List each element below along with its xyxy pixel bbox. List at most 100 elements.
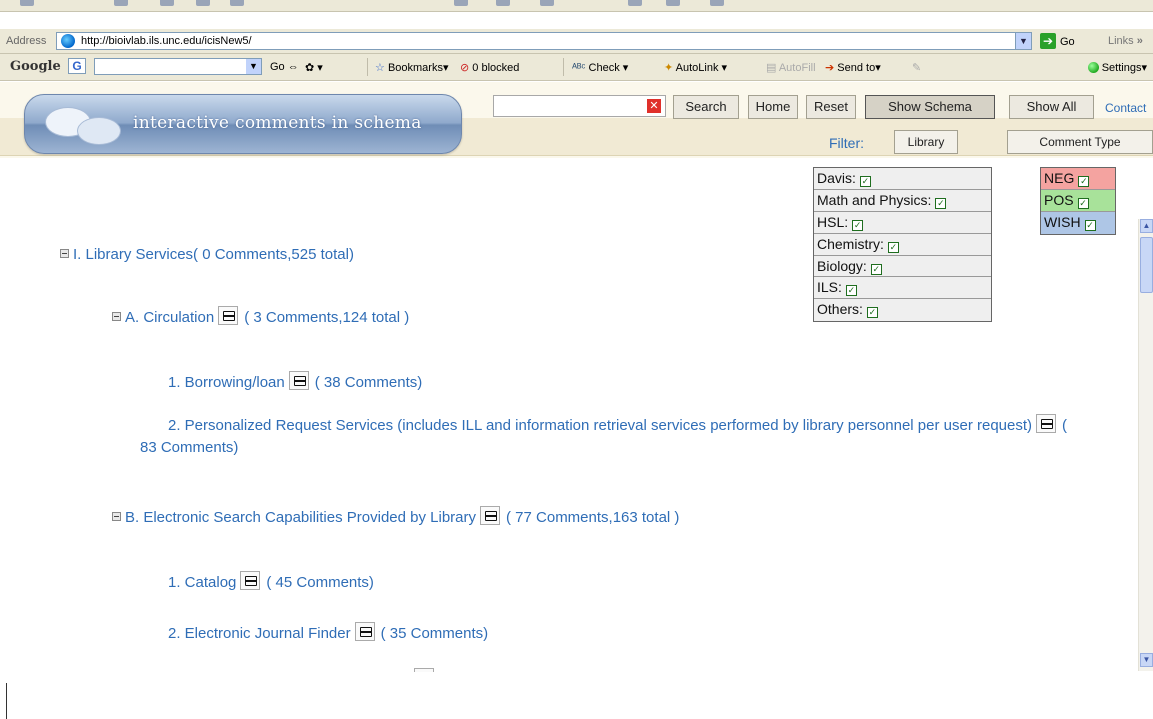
collapse-icon[interactable] xyxy=(60,249,69,258)
autofill-label: AutoFill xyxy=(778,62,816,74)
clear-search-icon[interactable]: ✕ xyxy=(647,99,661,113)
checkbox[interactable]: ✓ xyxy=(845,285,857,297)
autofill-button[interactable]: ▤ AutoFill xyxy=(766,61,816,74)
schema-node-b1[interactable]: 1. Catalog ( 45 Comments) xyxy=(168,571,374,591)
window-edge xyxy=(6,683,7,719)
bookmarks-button[interactable]: ☆ Bookmarks▾ xyxy=(375,61,449,74)
highlighter-icon[interactable]: ✎ xyxy=(912,61,921,74)
divider xyxy=(367,58,368,76)
checkbox[interactable]: ✓ xyxy=(1084,220,1096,231)
vertical-scrollbar[interactable]: ▲ ▼ xyxy=(1138,219,1153,671)
url-field[interactable]: http://bioivlab.ils.unc.edu/icisNew5/ ▼ xyxy=(56,32,1032,50)
node-title[interactable]: I. Library Services xyxy=(73,246,193,263)
library-filter-label: Davis: xyxy=(817,170,856,186)
google-logo: Google xyxy=(10,59,61,74)
node-title[interactable]: 1. Borrowing/loan xyxy=(168,374,285,391)
scroll-thumb[interactable] xyxy=(1140,237,1153,293)
library-filter-label: Biology: xyxy=(817,257,867,274)
spellcheck-button[interactable]: ᴬᴮᶜ Check ▾ xyxy=(572,61,628,74)
home-button[interactable]: Home xyxy=(748,95,798,119)
comment-icon[interactable] xyxy=(480,506,500,525)
url-dropdown-icon[interactable]: ▼ xyxy=(1015,33,1031,49)
autolink-label: AutoLink xyxy=(675,62,719,74)
app-title: interactive comments in schema xyxy=(133,113,422,133)
reset-button[interactable]: Reset xyxy=(806,95,856,119)
google-menu-button[interactable]: G xyxy=(68,58,86,74)
show-schema-button[interactable]: Show Schema xyxy=(865,95,995,119)
schema-node-b2[interactable]: 2. Electronic Journal Finder ( 35 Comment… xyxy=(168,622,488,642)
schema-node-a2[interactable]: 2. Personalized Request Services (includ… xyxy=(140,414,1080,459)
comment-icon[interactable] xyxy=(1036,414,1057,433)
chevron-right-icon: » xyxy=(1136,35,1143,47)
puzzle-icon[interactable]: ✿ ▾ xyxy=(305,61,323,74)
type-filter-wish[interactable]: WISH ✓ xyxy=(1041,212,1115,234)
go-button[interactable]: ➔ Go xyxy=(1040,33,1075,49)
node-counts: ( 3 Comments,124 total ) xyxy=(244,309,410,326)
chevron-down-icon[interactable]: ▼ xyxy=(246,59,261,74)
type-filter-label: WISH xyxy=(1044,214,1081,230)
node-title[interactable]: 1. Catalog xyxy=(168,574,236,591)
comment-icon[interactable] xyxy=(240,571,261,590)
node-title[interactable]: B. Electronic Search Capabilities Provid… xyxy=(125,509,476,526)
search-button[interactable]: Search xyxy=(673,95,739,119)
library-filter-label: Math and Physics: xyxy=(817,191,932,208)
comment-type-filter-button[interactable]: Comment Type xyxy=(1007,130,1153,154)
node-title[interactable]: 2. Personalized Request Services (includ… xyxy=(168,417,1032,434)
app-header: interactive comments in schema ✕ Search … xyxy=(0,82,1153,158)
schema-node-root[interactable]: I. Library Services( 0 Comments,525 tota… xyxy=(60,246,354,263)
checkbox[interactable]: ✓ xyxy=(866,307,878,319)
schema-node-b[interactable]: B. Electronic Search Capabilities Provid… xyxy=(112,506,679,526)
checkbox[interactable]: ✓ xyxy=(1077,198,1089,209)
schema-node-a1[interactable]: 1. Borrowing/loan ( 38 Comments) xyxy=(168,371,422,391)
settings-button[interactable]: Settings▾ xyxy=(1087,61,1147,74)
collapse-icon[interactable] xyxy=(112,512,121,521)
comment-icon[interactable] xyxy=(288,371,309,390)
node-counts: ( 0 Comments,525 total) xyxy=(193,246,354,263)
library-filter-button[interactable]: Library xyxy=(894,130,958,154)
library-filter-others[interactable]: Others: ✓ xyxy=(814,299,991,321)
type-filter-label: NEG xyxy=(1044,170,1075,186)
library-filter-hsl[interactable]: HSL: ✓ xyxy=(814,212,991,234)
checkbox[interactable]: ✓ xyxy=(935,197,947,209)
spellcheck-icon: ᴬᴮᶜ xyxy=(572,62,586,74)
toolbar-strip-clipped xyxy=(0,0,1153,12)
search-input[interactable]: ✕ xyxy=(493,95,666,117)
checkbox[interactable]: ✓ xyxy=(852,219,864,231)
google-go-button[interactable]: Go ⇔ xyxy=(270,61,299,73)
checkbox[interactable]: ✓ xyxy=(859,176,871,187)
node-title[interactable]: 2. Electronic Journal Finder xyxy=(168,625,351,642)
star-icon: ☆ xyxy=(375,62,385,74)
library-filter-davis[interactable]: Davis: ✓ xyxy=(814,168,991,190)
popup-blocker-button[interactable]: ⊘ 0 blocked xyxy=(460,61,519,74)
library-filter-math-physics[interactable]: Math and Physics: ✓ xyxy=(814,190,991,212)
ie-page-icon xyxy=(61,34,75,48)
checkbox[interactable]: ✓ xyxy=(887,241,899,253)
schema-node-a[interactable]: A. Circulation ( 3 Comments,124 total ) xyxy=(112,306,409,326)
show-all-button[interactable]: Show All xyxy=(1009,95,1094,119)
node-title[interactable]: A. Circulation xyxy=(125,309,214,326)
links-button[interactable]: Links » xyxy=(1108,35,1143,47)
sendto-icon: ➔ xyxy=(825,62,835,74)
address-bar: Address http://bioivlab.ils.unc.edu/icis… xyxy=(0,29,1153,54)
app-logo[interactable]: interactive comments in schema xyxy=(24,94,462,154)
checkbox[interactable]: ✓ xyxy=(1078,176,1090,187)
library-filter-chemistry[interactable]: Chemistry: ✓ xyxy=(814,234,991,256)
bookmarks-label: Bookmarks xyxy=(387,62,443,74)
autolink-button[interactable]: ✦ AutoLink ▾ xyxy=(664,61,727,74)
contact-link[interactable]: Contact xyxy=(1105,101,1146,115)
type-filter-neg[interactable]: NEG ✓ xyxy=(1041,168,1115,190)
comment-icon-clipped xyxy=(414,668,434,672)
sendto-button[interactable]: ➔ Send to▾ xyxy=(825,61,881,74)
comment-icon[interactable] xyxy=(354,622,375,641)
checkbox[interactable]: ✓ xyxy=(870,263,882,275)
scroll-down-icon[interactable]: ▼ xyxy=(1140,653,1153,667)
scroll-up-icon[interactable]: ▲ xyxy=(1140,219,1153,233)
google-search-input[interactable]: ▼ xyxy=(94,58,262,75)
library-filter-biology[interactable]: Biology: ✓ xyxy=(814,256,991,278)
type-filter-label: POS xyxy=(1044,192,1074,208)
library-filter-ils[interactable]: ILS: ✓ xyxy=(814,277,991,300)
collapse-icon[interactable] xyxy=(112,312,121,321)
type-filter-pos[interactable]: POS ✓ xyxy=(1041,190,1115,212)
comment-icon[interactable] xyxy=(218,306,239,325)
speech-bubble-icon xyxy=(77,117,121,145)
